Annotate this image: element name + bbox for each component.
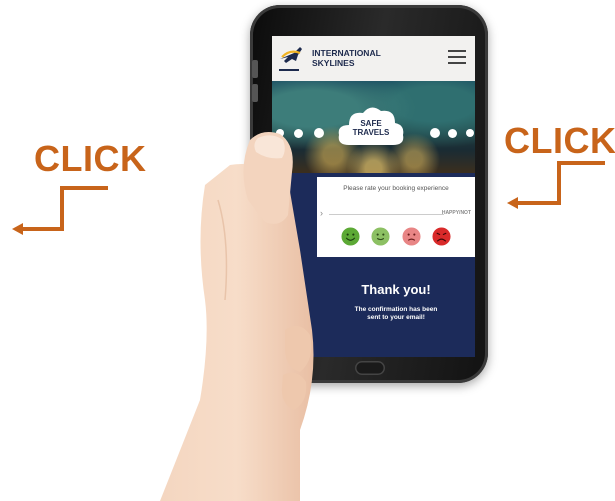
- hand-illustration: [160, 132, 314, 501]
